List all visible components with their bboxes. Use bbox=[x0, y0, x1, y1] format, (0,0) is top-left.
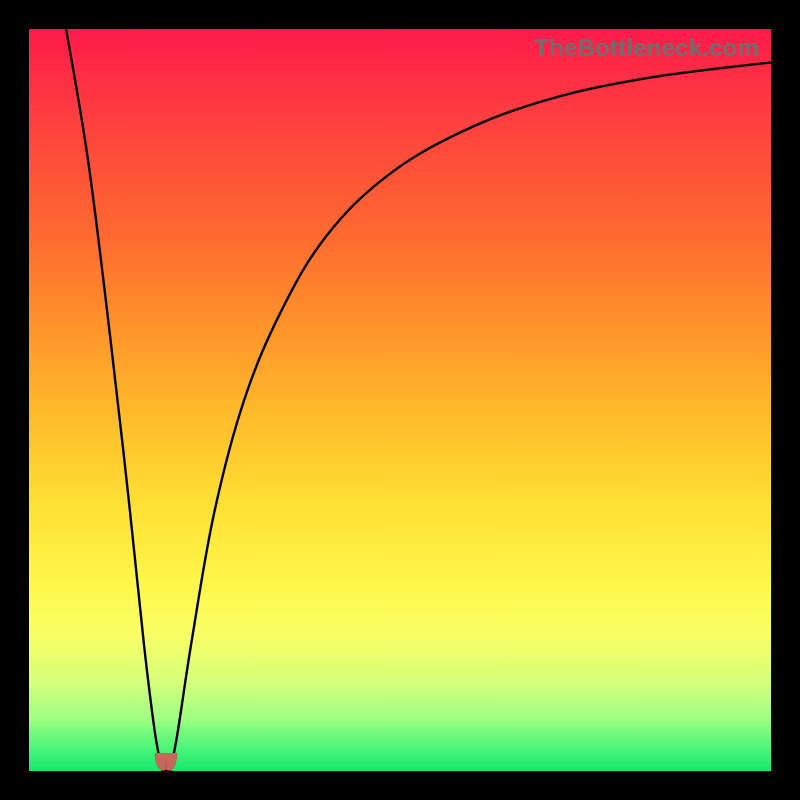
minimum-marker bbox=[152, 751, 180, 773]
curve-path bbox=[66, 29, 771, 771]
plot-area: TheBottleneck.com bbox=[29, 29, 771, 771]
chart-frame: TheBottleneck.com bbox=[0, 0, 800, 800]
bottleneck-curve bbox=[29, 29, 771, 771]
